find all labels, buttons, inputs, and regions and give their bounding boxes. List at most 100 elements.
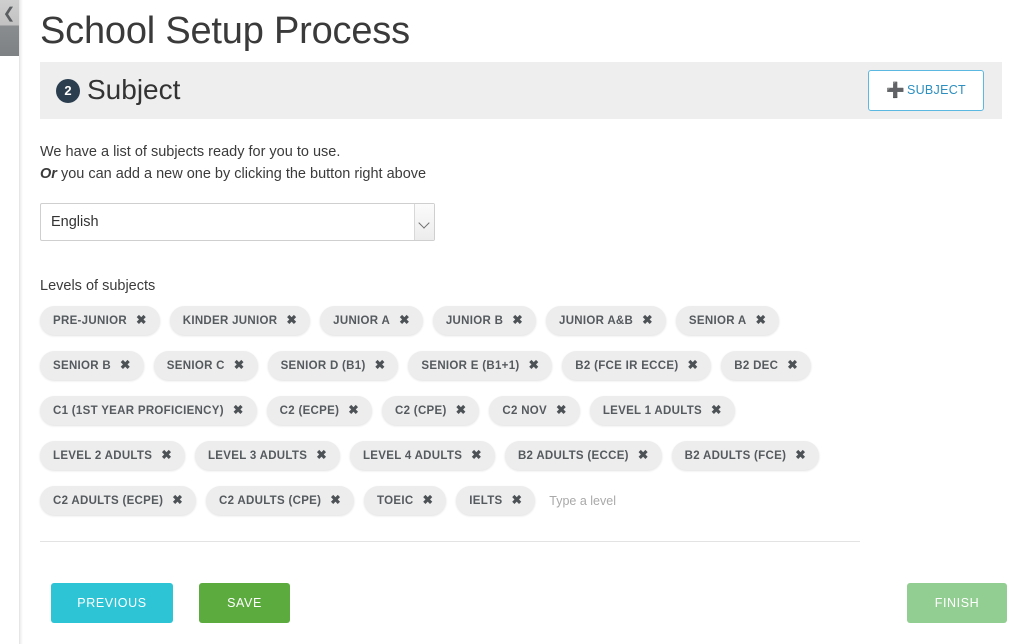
level-tag-label: SENIOR E (B1+1)	[421, 359, 520, 372]
subject-select-wrapper: English	[40, 203, 435, 241]
level-tag-label: C2 ADULTS (CPE)	[219, 494, 322, 507]
close-x-icon[interactable]: ✖	[529, 359, 540, 372]
levels-label: Levels of subjects	[40, 278, 156, 294]
level-tag: JUNIOR A ✖	[320, 306, 423, 335]
level-tag: B2 DEC ✖	[721, 351, 812, 380]
close-x-icon[interactable]: ✖	[688, 359, 699, 372]
level-tag: SENIOR B ✖	[40, 351, 144, 380]
close-x-icon[interactable]: ✖	[456, 404, 467, 417]
instructions-line-2: Or you can add a new one by clicking the…	[40, 163, 426, 185]
close-x-icon[interactable]: ✖	[120, 359, 131, 372]
level-tag-label: LEVEL 4 ADULTS	[362, 449, 463, 462]
level-tag-label: SENIOR A	[688, 314, 747, 327]
main-content: School Setup Process 2 Subject ➕ SUBJECT …	[23, 0, 1024, 644]
instructions-line-2-rest: you can add a new one by clicking the bu…	[56, 166, 427, 182]
level-tag-label: C2 NOV	[502, 404, 548, 417]
instructions-text: We have a list of subjects ready for you…	[40, 141, 426, 185]
level-tag: IELTS ✖	[456, 486, 536, 515]
close-x-icon[interactable]: ✖	[711, 404, 722, 417]
subject-select[interactable]: English	[40, 203, 435, 241]
level-tag-label: SENIOR C	[166, 359, 225, 372]
level-tag-label: C2 (CPE)	[395, 404, 447, 417]
close-x-icon[interactable]: ✖	[556, 404, 567, 417]
level-tag-label: JUNIOR B	[445, 314, 504, 327]
level-tag-label: C1 (1ST YEAR PROFICIENCY)	[53, 404, 224, 417]
close-x-icon[interactable]: ✖	[422, 494, 433, 507]
sidebar-collapse-handle[interactable]: ❮	[0, 0, 19, 56]
school-setup-page: ❮ School Setup Process 2 Subject ➕ SUBJEC…	[0, 0, 1024, 644]
page-title: School Setup Process	[40, 10, 410, 52]
level-tag-label: KINDER JUNIOR	[182, 314, 278, 327]
level-tag: TOEIC ✖	[364, 486, 447, 515]
level-tag: C2 ADULTS (CPE) ✖	[206, 486, 355, 515]
level-tag-label: JUNIOR A	[333, 314, 391, 327]
level-tag: LEVEL 1 ADULTS ✖	[589, 396, 735, 425]
close-x-icon[interactable]: ✖	[172, 494, 183, 507]
level-tag: B2 (FCE IR ECCE) ✖	[562, 351, 712, 380]
level-tag-label: LEVEL 2 ADULTS	[53, 449, 153, 462]
finish-button[interactable]: FINISH	[907, 583, 1007, 623]
level-tag-label: IELTS	[469, 494, 503, 507]
levels-tag-row: PRE-JUNIOR ✖ KINDER JUNIOR ✖ JUNIOR A ✖ JUNIOR…	[40, 298, 870, 343]
level-tag-label: B2 ADULTS (ECCE)	[517, 449, 629, 462]
level-tag: SENIOR D (B1) ✖	[267, 351, 399, 380]
close-x-icon[interactable]: ✖	[512, 494, 523, 507]
level-tag: LEVEL 4 ADULTS ✖	[349, 441, 495, 470]
level-tag-label: TOEIC	[377, 494, 414, 507]
level-tag: B2 ADULTS (ECCE) ✖	[504, 441, 662, 470]
level-tag: LEVEL 2 ADULTS ✖	[40, 441, 185, 470]
close-x-icon[interactable]: ✖	[471, 449, 482, 462]
instructions-or-word: Or	[40, 166, 57, 182]
level-tag-label: B2 (FCE IR ECCE)	[575, 359, 679, 372]
close-x-icon[interactable]: ✖	[787, 359, 798, 372]
levels-tag-list: PRE-JUNIOR ✖ KINDER JUNIOR ✖ JUNIOR A ✖ JUNIOR…	[40, 298, 870, 523]
levels-tag-row: C2 ADULTS (ECPE) ✖ C2 ADULTS (CPE) ✖ TOEIC ✖ I…	[40, 478, 870, 523]
close-x-icon[interactable]: ✖	[286, 314, 297, 327]
close-x-icon[interactable]: ✖	[233, 404, 244, 417]
level-tag-label: SENIOR D (B1)	[280, 359, 366, 372]
level-tag-label: B2 DEC	[734, 359, 779, 372]
close-x-icon[interactable]: ✖	[348, 404, 359, 417]
close-x-icon[interactable]: ✖	[375, 359, 386, 372]
level-tag-label: LEVEL 1 ADULTS	[602, 404, 703, 417]
level-tag-label: PRE-JUNIOR	[53, 314, 127, 327]
level-tag: C2 (CPE) ✖	[382, 396, 480, 425]
close-x-icon[interactable]: ✖	[512, 314, 523, 327]
add-subject-label: SUBJECT	[906, 83, 966, 97]
collapsed-sidebar-rail: ❮	[0, 0, 20, 644]
add-subject-button[interactable]: ➕ SUBJECT	[867, 70, 984, 111]
close-x-icon[interactable]: ✖	[638, 449, 649, 462]
level-tag: JUNIOR B ✖	[432, 306, 536, 335]
level-tag: C2 (ECPE) ✖	[266, 396, 373, 425]
close-x-icon[interactable]: ✖	[756, 314, 767, 327]
level-tag: C2 ADULTS (ECPE) ✖	[40, 486, 197, 515]
level-tag: KINDER JUNIOR ✖	[169, 306, 311, 335]
level-input[interactable]	[545, 487, 726, 514]
level-tag-label: SENIOR B	[53, 359, 111, 372]
step-number-badge: 2	[56, 79, 80, 103]
previous-button[interactable]: PREVIOUS	[51, 583, 173, 623]
level-tag: SENIOR A ✖	[675, 306, 780, 335]
close-x-icon[interactable]: ✖	[795, 449, 806, 462]
level-tag: LEVEL 3 ADULTS ✖	[194, 441, 340, 470]
level-tag: SENIOR C ✖	[153, 351, 258, 380]
close-x-icon[interactable]: ✖	[161, 449, 172, 462]
close-x-icon[interactable]: ✖	[642, 314, 653, 327]
instructions-line-1: We have a list of subjects ready for you…	[40, 144, 341, 160]
level-tag: JUNIOR A&B ✖	[546, 306, 666, 335]
level-tag-label: C2 ADULTS (ECPE)	[53, 494, 164, 507]
level-tag: B2 ADULTS (FCE) ✖	[671, 441, 819, 470]
level-tag-label: JUNIOR A&B	[559, 314, 634, 327]
close-x-icon[interactable]: ✖	[234, 359, 245, 372]
chevron-left-icon[interactable]: ❮	[2, 4, 16, 24]
close-x-icon[interactable]: ✖	[136, 314, 147, 327]
close-x-icon[interactable]: ✖	[330, 494, 341, 507]
close-x-icon[interactable]: ✖	[316, 449, 327, 462]
step-header-bar: 2 Subject ➕ SUBJECT	[40, 62, 1002, 119]
close-x-icon[interactable]: ✖	[399, 314, 410, 327]
section-divider	[40, 541, 860, 542]
levels-tag-row: C1 (1ST YEAR PROFICIENCY) ✖ C2 (ECPE) ✖ C2 (…	[40, 388, 870, 433]
plus-icon: ➕	[885, 82, 905, 99]
level-tag-label: C2 (ECPE)	[279, 404, 340, 417]
save-button[interactable]: SAVE	[199, 583, 290, 623]
